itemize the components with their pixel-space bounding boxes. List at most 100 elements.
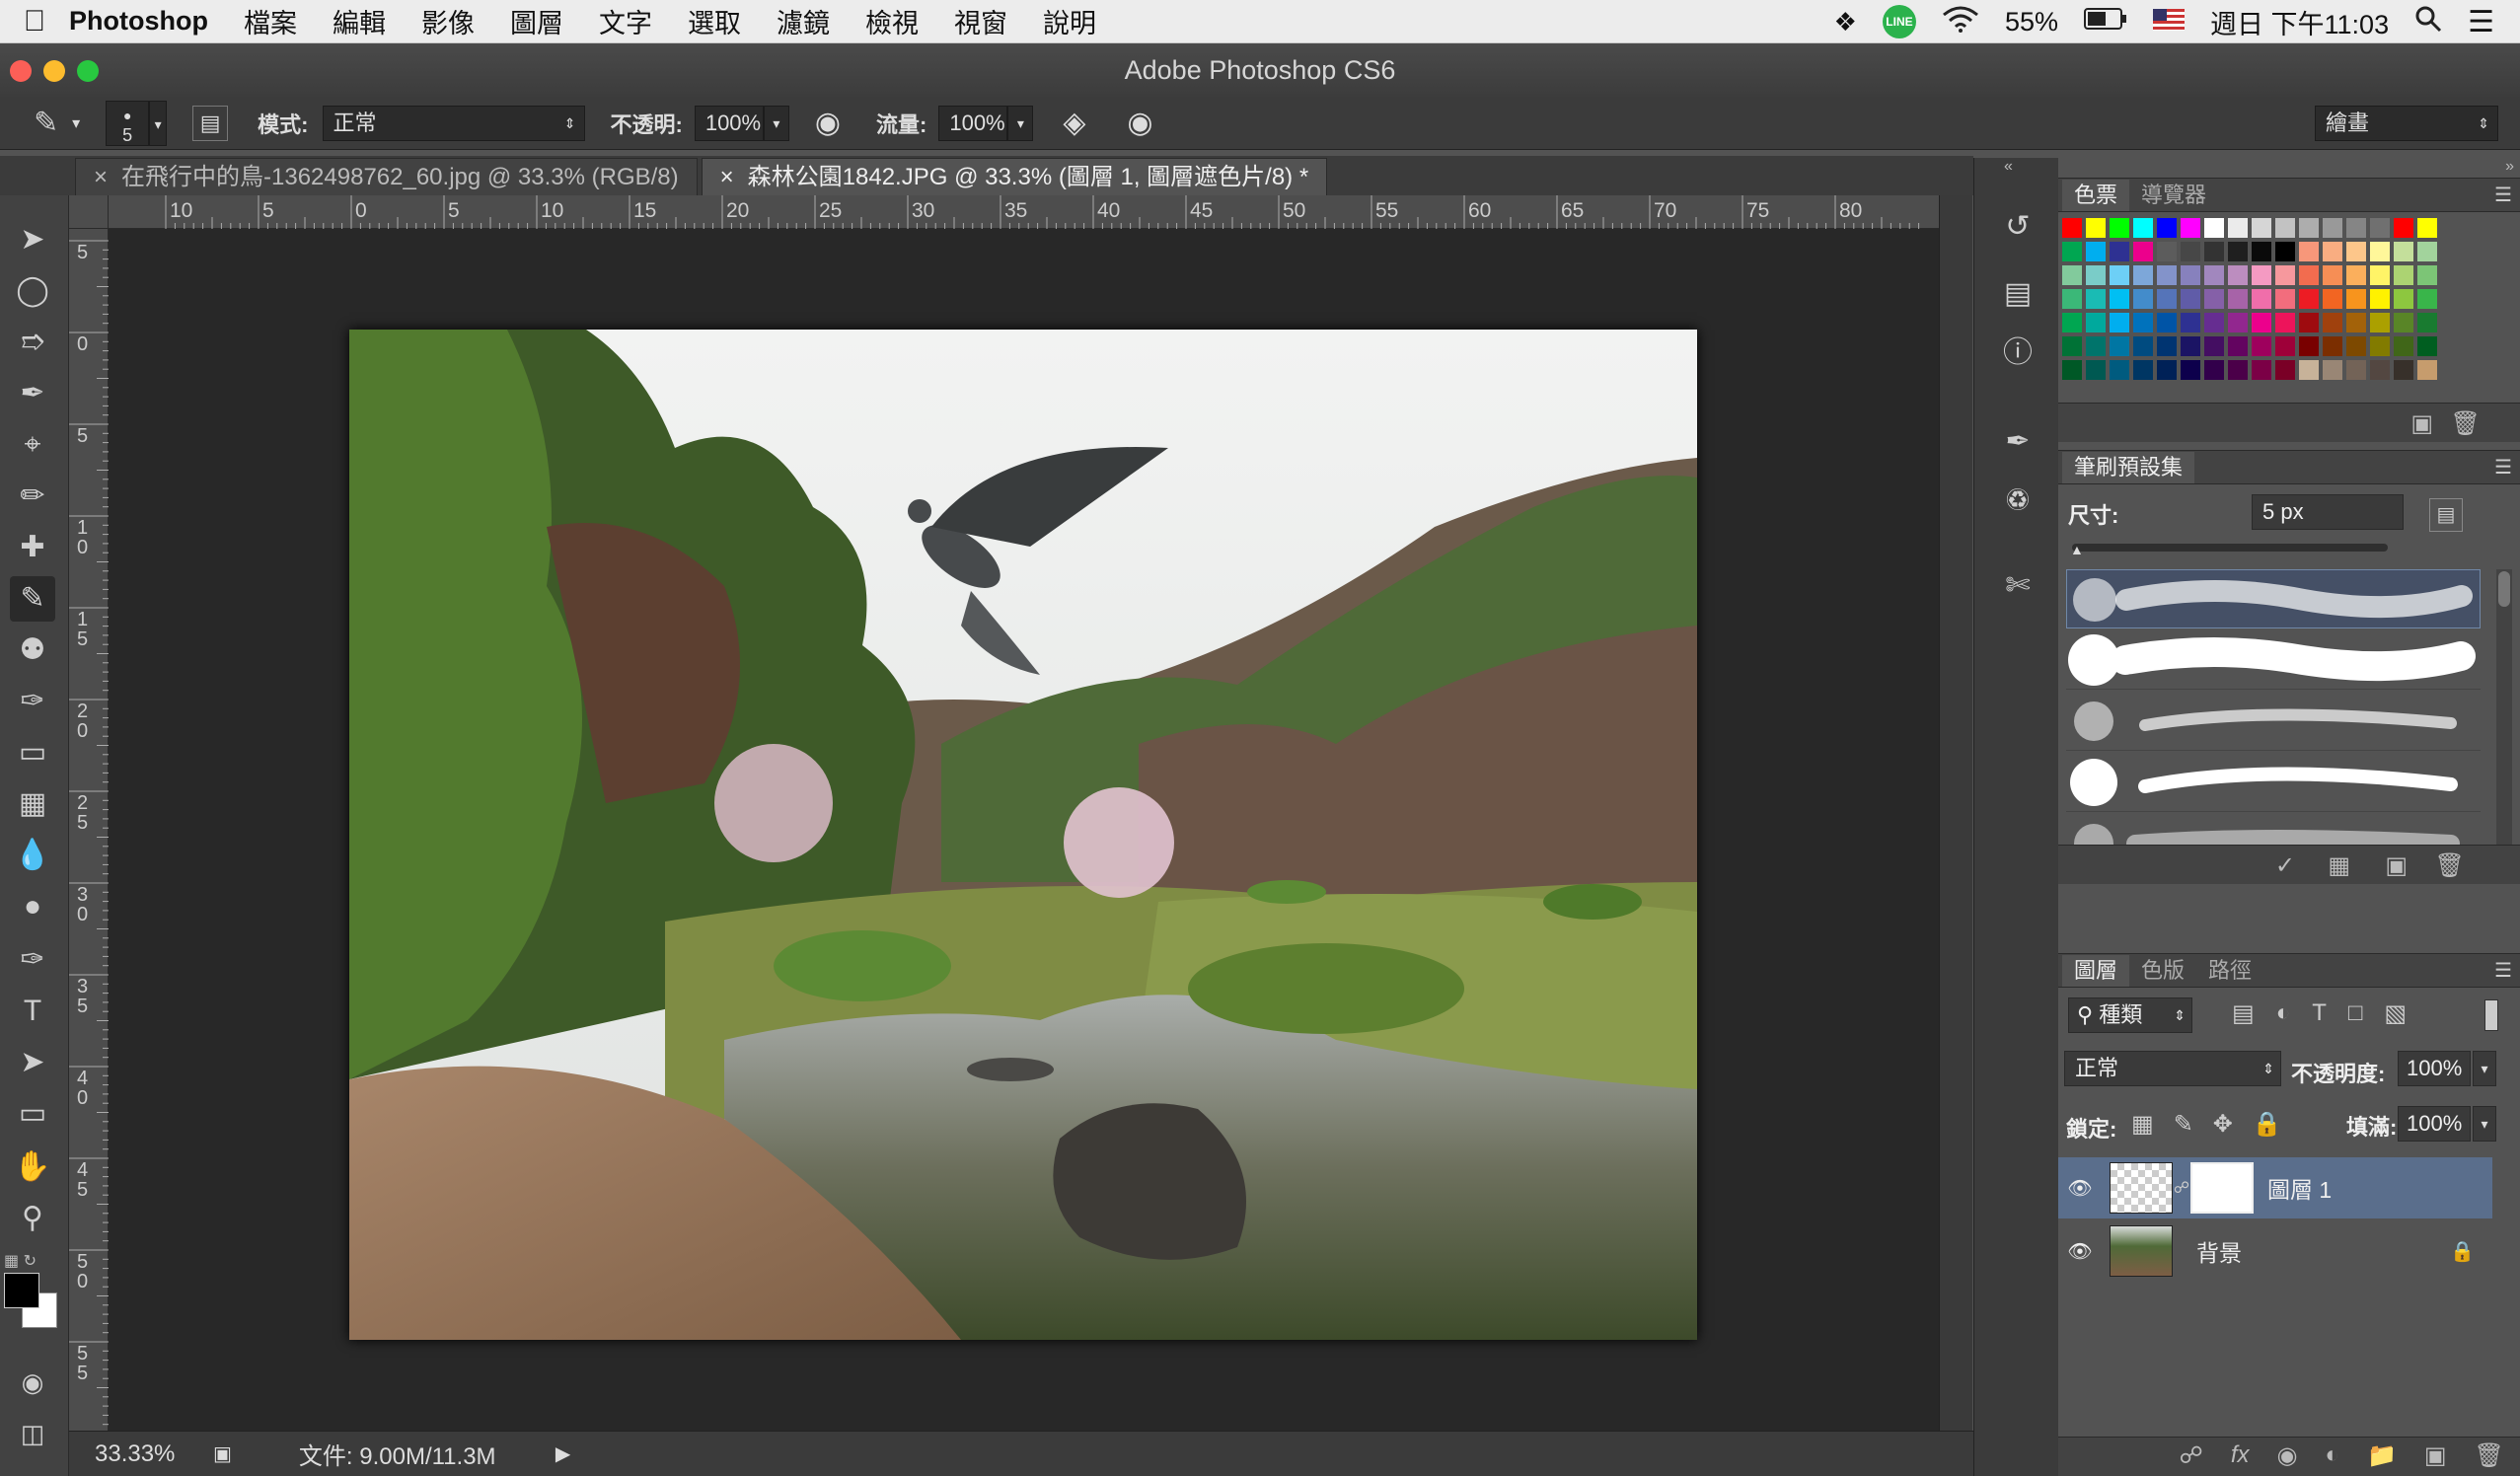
color-swatch[interactable]	[2157, 265, 2177, 285]
wifi-icon[interactable]	[1942, 5, 1979, 39]
ruler-origin[interactable]	[69, 195, 109, 229]
panel-menu-icon[interactable]: ☰	[2494, 183, 2512, 207]
tab-brush-presets[interactable]: 筆刷預設集	[2062, 452, 2195, 483]
eraser-tool-icon[interactable]: ▭	[10, 730, 55, 775]
color-swatch[interactable]	[2394, 360, 2413, 380]
color-swatch[interactable]	[2370, 218, 2390, 238]
color-swatch[interactable]	[2299, 289, 2319, 309]
size-field[interactable]: 5 px	[2252, 494, 2404, 530]
lock-transparent-icon[interactable]: ▦	[2131, 1110, 2154, 1139]
color-swatch[interactable]	[2417, 336, 2437, 356]
eyedropper-tool-icon[interactable]: ✏	[10, 474, 55, 519]
visibility-eye-icon[interactable]: 👁	[2058, 1239, 2102, 1264]
color-swatch[interactable]	[2370, 289, 2390, 309]
notification-center-icon[interactable]: ☰	[2468, 5, 2494, 39]
color-swatch[interactable]	[2299, 360, 2319, 380]
layer-name[interactable]: 圖層 1	[2267, 1171, 2332, 1205]
color-swatch[interactable]	[2133, 336, 2153, 356]
delete-brush-icon[interactable]: 🗑	[2435, 851, 2465, 880]
quick-selection-tool-icon[interactable]: ✒	[10, 371, 55, 416]
color-swatch[interactable]	[2323, 313, 2342, 332]
healing-brush-tool-icon[interactable]: ✚	[10, 525, 55, 570]
apple-menu-icon[interactable]: 	[0, 5, 69, 38]
color-swatch[interactable]	[2417, 289, 2437, 309]
color-swatch[interactable]	[2157, 313, 2177, 332]
tab-layers[interactable]: 圖層	[2062, 955, 2130, 987]
brush-preset-soft-round[interactable]	[2066, 569, 2481, 628]
gradient-tool-icon[interactable]: ▦	[10, 781, 55, 827]
color-swatch[interactable]	[2133, 360, 2153, 380]
crop-tool-icon[interactable]: ⌖	[10, 422, 55, 468]
color-swatch[interactable]	[2252, 289, 2271, 309]
color-swatch[interactable]	[2394, 242, 2413, 261]
tab-navigator[interactable]: 導覽器	[2129, 180, 2218, 211]
layer-opacity-field[interactable]: 100%	[2398, 1051, 2471, 1086]
pressure-size-icon[interactable]: ◉	[1127, 106, 1152, 140]
opacity-dropdown-icon[interactable]: ▾	[763, 105, 789, 141]
color-swatch[interactable]	[2204, 265, 2224, 285]
color-swatch[interactable]	[2370, 242, 2390, 261]
menu-edit[interactable]: 編輯	[333, 2, 386, 40]
line-icon[interactable]: LINE	[1882, 5, 1916, 38]
layer-name[interactable]: 背景	[2196, 1234, 2242, 1268]
status-menu-arrow-icon[interactable]: ▶	[556, 1441, 570, 1466]
color-swatch[interactable]	[2062, 336, 2082, 356]
color-swatch[interactable]	[2275, 242, 2295, 261]
delete-layer-icon[interactable]: 🗑	[2475, 1441, 2504, 1470]
color-swatch[interactable]	[2086, 336, 2106, 356]
color-swatch[interactable]	[2394, 265, 2413, 285]
marquee-tool-icon[interactable]: ◯	[10, 268, 55, 314]
menu-filter[interactable]: 濾鏡	[777, 2, 830, 40]
menu-window[interactable]: 視窗	[954, 2, 1007, 40]
delete-swatch-icon[interactable]: 🗑	[2451, 409, 2481, 438]
add-mask-icon[interactable]: ◉	[2277, 1441, 2298, 1470]
layer-row-background[interactable]: 👁 背景 🔒	[2058, 1220, 2492, 1282]
color-swatch[interactable]	[2275, 289, 2295, 309]
color-swatch[interactable]	[2204, 360, 2224, 380]
color-swatch[interactable]	[2062, 289, 2082, 309]
color-swatch[interactable]	[2275, 313, 2295, 332]
color-swatch[interactable]	[2228, 336, 2248, 356]
brush-panel-toggle-icon[interactable]: ▤	[2429, 498, 2463, 532]
color-swatch[interactable]	[2228, 242, 2248, 261]
color-swatch[interactable]	[2275, 336, 2295, 356]
color-swatch[interactable]	[2299, 218, 2319, 238]
hand-tool-icon[interactable]: ✋	[10, 1144, 55, 1190]
toggle-brush-panel-icon[interactable]: ✓	[2275, 851, 2295, 880]
brush-preset-soft-round-pressure[interactable]	[2066, 692, 2481, 751]
brush-preset-hard-round-pressure[interactable]	[2066, 753, 2481, 812]
rectangle-tool-icon[interactable]: ▭	[10, 1091, 55, 1137]
filter-shape-icon[interactable]: □	[2348, 999, 2363, 1028]
color-swatch[interactable]	[2086, 242, 2106, 261]
color-swatch[interactable]	[2204, 218, 2224, 238]
color-swatch[interactable]	[2252, 242, 2271, 261]
layer-row-layer-1[interactable]: 👁 ☍ 圖層 1	[2058, 1157, 2492, 1218]
color-swatch[interactable]	[2299, 265, 2319, 285]
color-swatch[interactable]	[2346, 336, 2366, 356]
color-swatch[interactable]	[2299, 242, 2319, 261]
color-swatch[interactable]	[2346, 242, 2366, 261]
color-swatch[interactable]	[2204, 289, 2224, 309]
color-swatch[interactable]	[2157, 289, 2177, 309]
color-swatch[interactable]	[2346, 289, 2366, 309]
new-group-icon[interactable]: 📁	[2367, 1441, 2397, 1470]
screen-mode-icon[interactable]: ◫	[10, 1411, 55, 1456]
pressure-opacity-icon[interactable]: ◉	[815, 106, 841, 140]
color-swatch[interactable]	[2204, 313, 2224, 332]
menu-view[interactable]: 檢視	[865, 2, 919, 40]
fill-field[interactable]: 100%	[2398, 1106, 2471, 1142]
color-swatch[interactable]	[2157, 360, 2177, 380]
color-swatch[interactable]	[2062, 265, 2082, 285]
vertical-scrollbar[interactable]	[1939, 195, 1972, 1440]
color-swatch[interactable]	[2370, 360, 2390, 380]
quick-mask-icon[interactable]: ◉	[10, 1360, 55, 1405]
color-swatch[interactable]	[2181, 313, 2200, 332]
color-swatch[interactable]	[2110, 336, 2129, 356]
proof-setup-icon[interactable]: ▣	[213, 1441, 232, 1466]
color-swatch[interactable]	[2394, 336, 2413, 356]
color-swatch[interactable]	[2157, 336, 2177, 356]
filter-toggle-icon[interactable]	[2484, 999, 2498, 1031]
color-swatch[interactable]	[2417, 360, 2437, 380]
color-swatch[interactable]	[2133, 265, 2153, 285]
color-swatch[interactable]	[2062, 218, 2082, 238]
